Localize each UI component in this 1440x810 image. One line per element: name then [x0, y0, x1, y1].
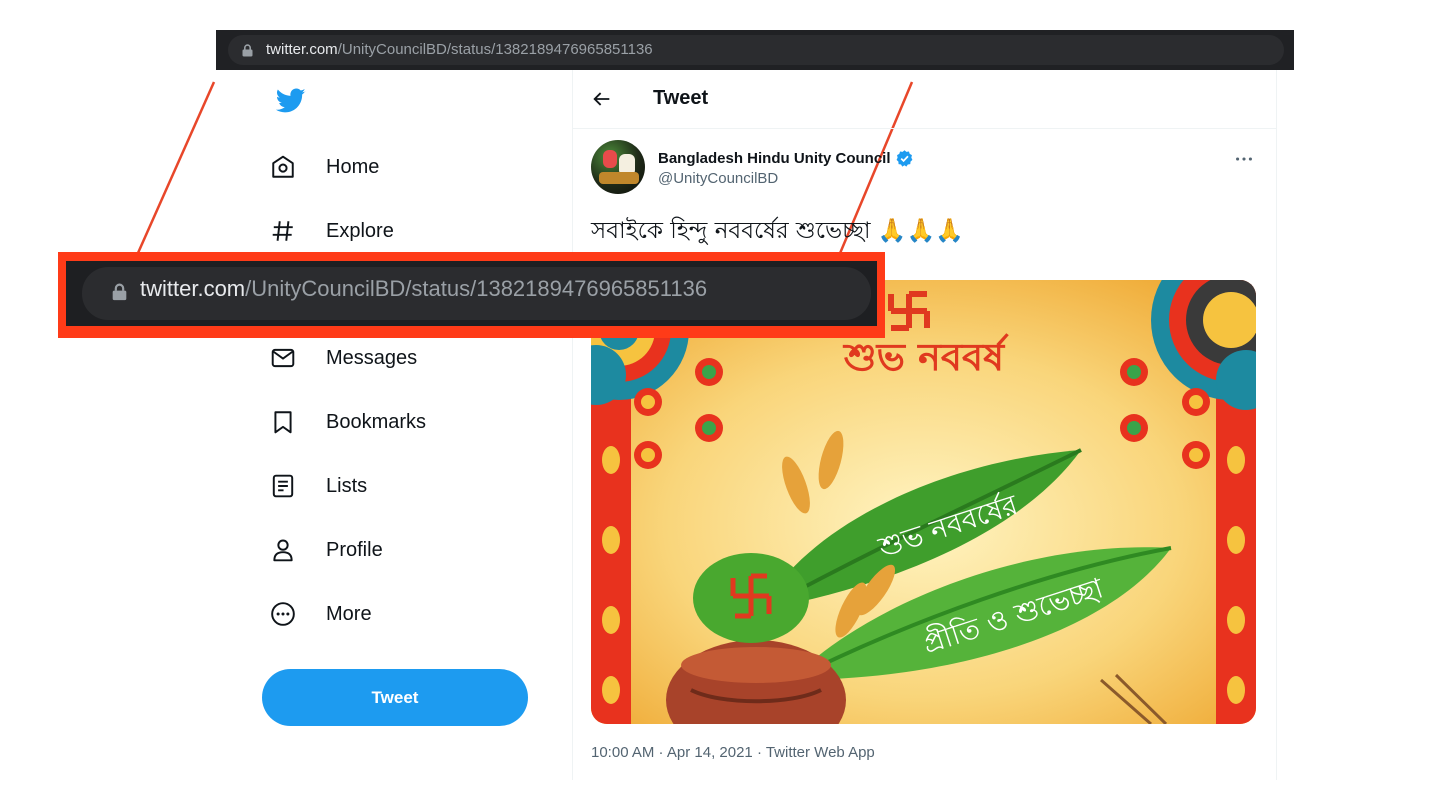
author-name-text: Bangladesh Hindu Unity Council	[658, 150, 891, 167]
verified-badge-icon	[896, 150, 912, 167]
home-icon	[270, 153, 306, 181]
author-display-name[interactable]: Bangladesh Hindu Unity Council	[658, 149, 914, 168]
sidebar-item-label: Messages	[326, 346, 418, 369]
zoomed-address-bar: twitter.com/UnityCouncilBD/status/138218…	[66, 261, 877, 326]
address-pill[interactable]: twitter.com/UnityCouncilBD/status/138218…	[228, 35, 1284, 65]
tweet-timestamp[interactable]: 10:00 AM · Apr 14, 2021 · Twitter Web Ap…	[591, 744, 875, 761]
author-avatar[interactable]	[591, 140, 645, 194]
tweet-text: সবাইকে হিন্দু নববর্ষের শুভেচ্ছা 🙏🙏🙏	[591, 218, 964, 244]
sidebar-item-lists[interactable]: Lists	[270, 466, 367, 506]
address-url[interactable]: twitter.com/UnityCouncilBD/status/138218…	[266, 41, 653, 58]
new-year-greeting-image: শুভ নববর্ষ শুভ নববর্ষের প্রীতি ও শুভেচ্ছ…	[591, 280, 1256, 724]
author-handle[interactable]: @UnityCouncilBD	[658, 170, 778, 187]
sidebar-item-label: Home	[326, 155, 380, 178]
sidebar-item-label: Profile	[326, 538, 383, 561]
twitter-bird-icon[interactable]	[275, 88, 306, 119]
zoomed-address-url: twitter.com/UnityCouncilBD/status/138218…	[140, 276, 707, 302]
page-title: Tweet	[653, 87, 709, 109]
person-icon	[270, 536, 306, 564]
sidebar-item-label: Explore	[326, 219, 394, 242]
bookmark-icon	[270, 408, 306, 436]
lock-icon	[242, 44, 253, 57]
url-path: /UnityCouncilBD/status/13821894769658511…	[245, 276, 708, 301]
sidebar-item-messages[interactable]: Messages	[270, 338, 417, 378]
tweet-detail-column: Tweet Bangladesh Hindu Unity Council @Un…	[572, 70, 1277, 780]
sidebar-item-label: Lists	[326, 474, 368, 497]
browser-address-bar[interactable]: twitter.com/UnityCouncilBD/status/138218…	[216, 30, 1294, 70]
list-icon	[270, 472, 306, 500]
tweet-page-header: Tweet	[573, 70, 1276, 129]
image-title-text: শুভ নববর্ষ	[842, 333, 1010, 379]
hashtag-icon	[270, 217, 306, 245]
sidebar-item-label: More	[326, 602, 372, 625]
sidebar-item-explore[interactable]: Explore	[270, 211, 394, 251]
url-path: /UnityCouncilBD/status/13821894769658511…	[337, 41, 653, 58]
tweet-image[interactable]: শুভ নববর্ষ শুভ নববর্ষের প্রীতি ও শুভেচ্ছ…	[591, 280, 1256, 724]
sidebar-item-profile[interactable]: Profile	[270, 530, 383, 570]
sidebar-item-more[interactable]: More	[270, 594, 372, 634]
sidebar-item-bookmarks[interactable]: Bookmarks	[270, 402, 426, 442]
sidebar-item-home[interactable]: Home	[270, 147, 379, 187]
more-circle-icon	[270, 600, 306, 628]
url-host: twitter.com	[266, 41, 338, 58]
zoomed-url-highlight: twitter.com/UnityCouncilBD/status/138218…	[58, 252, 885, 338]
tweet-compose-button[interactable]: Tweet	[262, 669, 528, 726]
more-options-icon[interactable]	[1233, 148, 1255, 170]
url-host: twitter.com	[140, 276, 246, 301]
lock-icon	[112, 283, 127, 301]
zoomed-address-pill: twitter.com/UnityCouncilBD/status/138218…	[82, 267, 871, 320]
back-arrow-icon[interactable]	[591, 88, 613, 110]
mail-icon	[270, 344, 306, 372]
sidebar-item-label: Bookmarks	[326, 410, 427, 433]
